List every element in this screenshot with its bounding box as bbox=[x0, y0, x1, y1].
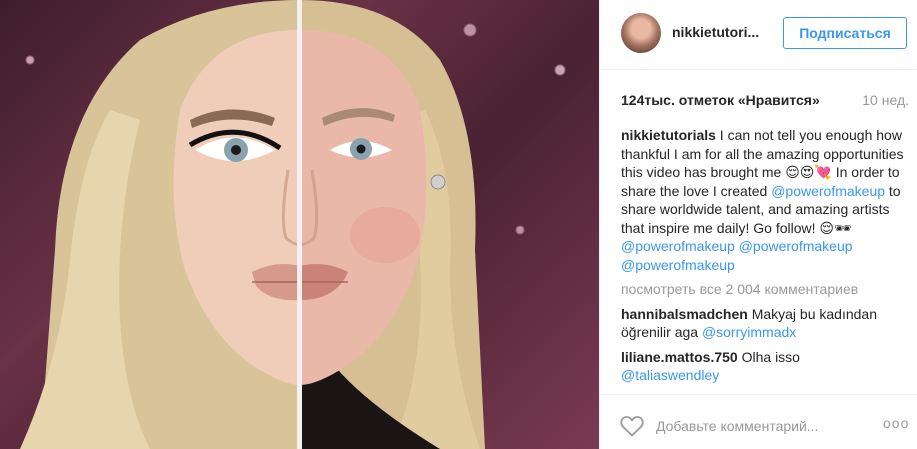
list-item: liliane.mattos.750 Olha isso @taliaswendl… bbox=[621, 348, 909, 385]
comment-text: Olha isso bbox=[737, 348, 800, 365]
post-username[interactable]: nikkietutori... bbox=[672, 24, 759, 40]
likes-row: 124тыс. отметок «Нравится» 10 нед. bbox=[621, 92, 909, 112]
view-all-comments-link[interactable]: посмотреть все 2 004 комментариев bbox=[621, 280, 909, 299]
mention-link[interactable]: @powerofmakeup bbox=[621, 238, 735, 254]
before-after-divider bbox=[297, 0, 302, 449]
more-options-icon[interactable]: ooo bbox=[883, 415, 911, 435]
follow-button[interactable]: Подписаться bbox=[783, 17, 907, 49]
post-side-panel: nikkietutori... Подписаться 124тыс. отме… bbox=[599, 0, 917, 449]
comment-input[interactable] bbox=[656, 415, 871, 437]
caption-username[interactable]: nikkietutorials bbox=[621, 127, 716, 143]
heart-icon[interactable] bbox=[620, 415, 644, 437]
avatar[interactable] bbox=[621, 13, 661, 53]
mention-link[interactable]: @sorryimmadx bbox=[702, 324, 796, 340]
post-photo[interactable] bbox=[0, 0, 599, 449]
scroll-fade bbox=[621, 380, 909, 392]
comment-username[interactable]: hannibalsmadchen bbox=[621, 306, 748, 322]
mention-link[interactable]: @powerofmakeup bbox=[771, 183, 885, 199]
post-time[interactable]: 10 нед. bbox=[862, 92, 909, 108]
post-header: nikkietutori... Подписаться bbox=[600, 0, 917, 70]
comments-list: nikkietutorials I can not tell you enoug… bbox=[621, 126, 909, 392]
mention-link[interactable]: @powerofmakeup bbox=[621, 257, 735, 273]
caption: nikkietutorials I can not tell you enoug… bbox=[621, 126, 909, 274]
comment-username[interactable]: liliane.mattos.750 bbox=[621, 349, 738, 365]
comment-footer: ooo bbox=[600, 394, 917, 449]
list-item: hannibalsmadchen Makyaj bu kadından öğre… bbox=[621, 305, 909, 342]
mention-link[interactable]: @powerofmakeup bbox=[739, 238, 853, 254]
likes-count[interactable]: 124тыс. отметок «Нравится» bbox=[621, 92, 820, 108]
